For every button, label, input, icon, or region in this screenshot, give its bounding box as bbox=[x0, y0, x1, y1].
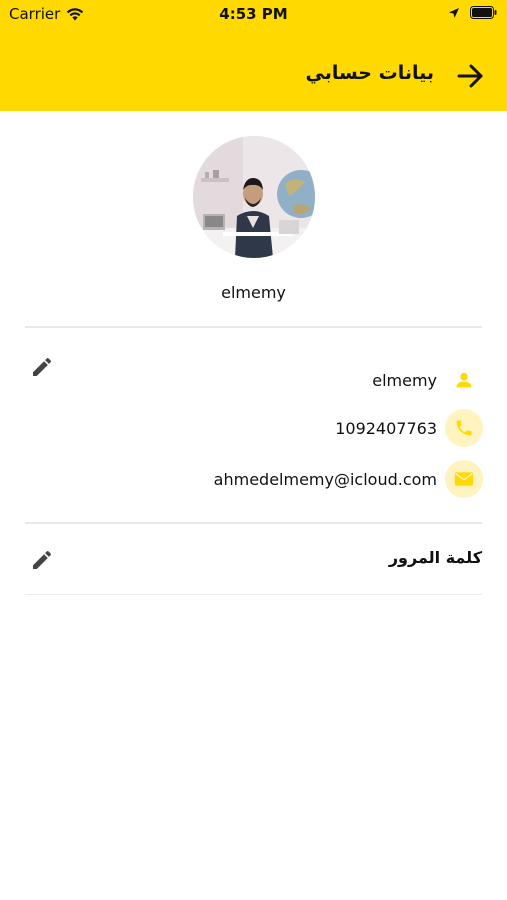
status-bar: Carrier 4:53 PM bbox=[0, 0, 507, 28]
email-text: ahmedelmemy@icloud.com bbox=[213, 469, 437, 489]
email-row: ahmedelmemy@icloud.com bbox=[213, 460, 483, 498]
avatar[interactable] bbox=[193, 136, 315, 258]
divider-middle bbox=[25, 522, 482, 524]
user-icon-wrapper bbox=[445, 361, 483, 399]
status-time: 4:53 PM bbox=[219, 5, 288, 23]
user-icon bbox=[456, 372, 472, 388]
status-right bbox=[448, 6, 497, 19]
phone-text: 1092407763 bbox=[335, 418, 437, 438]
phone-icon-wrapper bbox=[445, 409, 483, 447]
arrow-right-icon bbox=[457, 64, 483, 88]
location-arrow-icon bbox=[449, 7, 459, 18]
username-row: elmemy bbox=[372, 362, 483, 398]
edit-password-button[interactable] bbox=[30, 548, 54, 572]
pencil-icon bbox=[33, 357, 52, 376]
divider-top bbox=[25, 326, 482, 328]
profile-display-name: elmemy bbox=[221, 283, 286, 302]
profile-photo bbox=[193, 136, 315, 258]
username-text: elmemy bbox=[372, 370, 437, 390]
title-row: بيانات حسابي bbox=[0, 56, 507, 96]
email-icon-wrapper bbox=[445, 460, 483, 498]
edit-info-button[interactable] bbox=[30, 355, 54, 379]
phone-row: 1092407763 bbox=[335, 409, 483, 447]
back-button[interactable] bbox=[455, 60, 487, 92]
phone-icon bbox=[456, 420, 472, 436]
battery-icon bbox=[470, 6, 497, 19]
app-header: Carrier 4:53 PM بيانات حسابي bbox=[0, 0, 507, 111]
envelope-icon bbox=[454, 472, 474, 486]
page-title: بيانات حسابي bbox=[305, 62, 434, 84]
pencil-icon bbox=[33, 550, 52, 569]
divider-bottom bbox=[25, 594, 482, 595]
password-label: كلمة المرور bbox=[388, 548, 482, 567]
